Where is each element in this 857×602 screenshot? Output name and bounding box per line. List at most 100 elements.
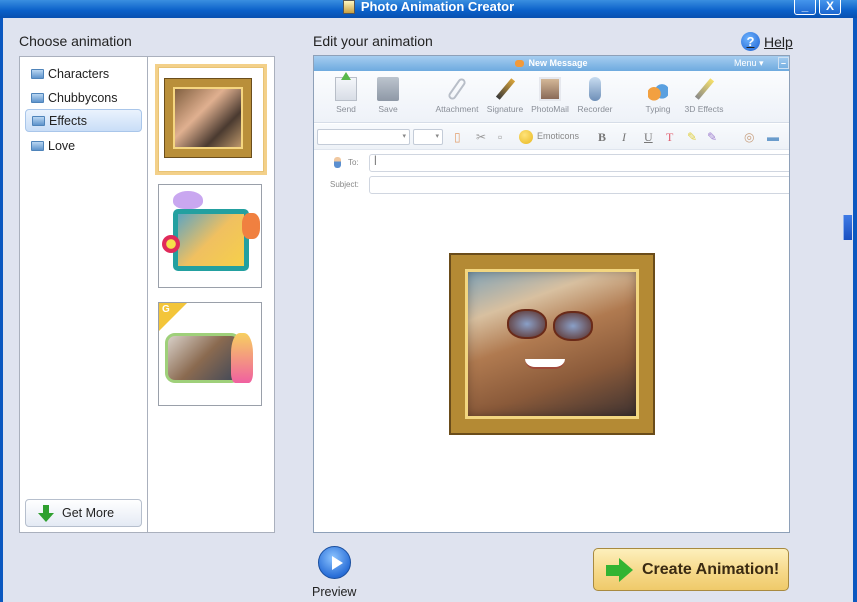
g-badge-letter: G [162,304,170,315]
window-border-right [853,18,857,602]
magic-wand-icon [694,78,714,100]
framed-photo-preview [451,255,653,433]
music-note-icon [648,77,668,101]
close-button[interactable]: X [819,0,841,15]
copy-icon[interactable]: ▫ [498,130,502,144]
signature-button[interactable]: Signature [480,77,530,114]
folder-icon [31,140,44,151]
typing-label: Typing [645,104,671,114]
save-icon [377,77,399,101]
cut-icon[interactable]: ✂ [476,130,486,144]
subject-row: Subject: [314,176,789,198]
get-more-button[interactable]: Get More [25,499,142,527]
help-label: Help [764,33,793,50]
subject-field[interactable] [369,176,789,194]
category-chubbycons[interactable]: Chubbycons [25,86,142,109]
background-image-icon[interactable]: ▬ [767,130,779,144]
right-arrow-icon [606,557,634,582]
to-label: To: [348,158,359,167]
recorder-button[interactable]: Recorder [570,77,620,114]
minimize-button[interactable]: _ [794,0,816,15]
help-icon: ? [741,32,760,51]
paste-icon[interactable]: ▯ [454,130,461,144]
fairy-decoration [231,333,253,383]
folder-icon [32,115,45,126]
create-animation-button[interactable]: Create Animation! [593,548,789,591]
window-titlebar: Photo Animation Creator _ X [0,0,857,18]
signature-label: Signature [486,104,524,114]
message-title: New Message [528,58,588,68]
thumbnail-image [165,79,251,157]
subject-label: Subject: [330,180,359,189]
animation-editor: New Message Menu ▾ – Send Save Attachmen… [313,55,790,533]
paperclip-icon [446,76,468,102]
italic-button[interactable]: I [622,130,626,145]
typing-button[interactable]: Typing [633,77,683,114]
side-drag-handle[interactable] [843,215,852,240]
thumbnail-fairy-frame[interactable]: G [158,302,262,406]
to-field[interactable]: | [369,154,789,172]
download-arrow-icon [38,504,54,522]
help-link[interactable]: ? Help [741,32,793,51]
3d-effects-button[interactable]: 3D Effects [679,77,729,114]
play-icon [317,546,351,579]
message-toolbar: Send Save Attachment Signature PhotoMail… [314,71,789,123]
save-button[interactable]: Save [363,77,413,114]
send-icon [335,72,357,101]
microphone-icon [589,77,601,101]
attachment-button[interactable]: Attachment [432,76,482,114]
folder-icon [31,92,44,103]
smiley-icon[interactable] [519,130,533,144]
message-titlebar: New Message Menu ▾ – [314,56,789,71]
contact-icon[interactable] [334,157,341,168]
thumbnail-butterfly-frame[interactable] [158,184,262,288]
message-minimize-button[interactable]: – [778,57,789,69]
3d-effects-label: 3D Effects [684,104,724,114]
preview-button[interactable]: Preview [312,546,356,599]
category-effects[interactable]: Effects [25,109,142,132]
bold-button[interactable]: B [598,130,606,145]
text-color-button[interactable]: T [666,130,673,145]
edit-animation-heading: Edit your animation [313,33,433,49]
thumbnail-image [165,333,241,383]
category-characters[interactable]: Characters [25,62,142,85]
app-icon [342,0,355,14]
stationery-icon[interactable]: ◎ [744,130,754,144]
folder-icon [31,68,44,79]
category-label: Characters [48,66,110,81]
message-menu[interactable]: Menu ▾ [734,56,764,71]
create-animation-label: Create Animation! [642,560,780,578]
font-size-select[interactable]: ▾ [413,129,443,145]
save-label: Save [378,104,398,114]
thumbnail-image [173,209,249,271]
font-family-select[interactable]: ▾ [317,129,410,145]
window-title: Photo Animation Creator [360,0,515,14]
category-label: Chubbycons [48,90,118,105]
thumbnail-gold-frame[interactable] [155,64,267,175]
highlight-icon[interactable]: ✎ [687,130,697,144]
animation-chooser: Characters Chubbycons Effects Love Get M… [19,56,275,533]
underline-button[interactable]: U [644,130,653,145]
pen-icon [495,78,515,100]
to-row: To: | [314,154,789,176]
category-label: Effects [49,113,87,128]
recorder-label: Recorder [577,104,613,114]
category-love[interactable]: Love [25,134,142,157]
emoticons-button[interactable]: Emoticons [537,131,579,141]
photomail-label: PhotoMail [531,104,569,114]
get-more-label: Get More [62,506,115,520]
butterfly-decoration [242,213,260,239]
preview-label: Preview [312,585,357,599]
photo-icon [539,77,561,101]
choose-animation-heading: Choose animation [19,33,132,49]
brush-icon[interactable]: ✎ [707,130,717,144]
category-list: Characters Chubbycons Effects Love Get M… [20,57,148,532]
photomail-button[interactable]: PhotoMail [525,77,575,114]
format-toolbar: ▾ ▾ ▯ ✂ ▫ Emoticons B I U T ✎ ✎ ◎ ▬ [314,124,789,150]
thumbnail-list: G [148,57,274,532]
photo-detail [553,311,593,341]
window-border-left [0,18,3,602]
flower-decoration [162,235,180,253]
photo-detail [525,359,565,369]
photo-detail [507,309,547,339]
